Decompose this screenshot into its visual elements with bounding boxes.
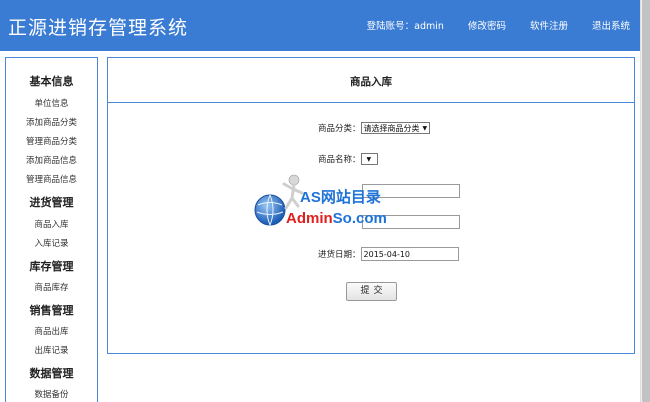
product-name-label: 商品名称： [318,155,361,165]
panel-header: 商品入库 [108,58,634,103]
purchase-date-label: 进货日期： [318,250,361,260]
product-name-select[interactable]: ▼ [360,153,378,165]
watermark: AS网站目录 AdminSo.com [250,172,410,232]
category-row: 商品分类： 请选择商品分类 ▼ [318,122,431,134]
watermark-so-com: So.com [332,210,387,227]
sidebar-heading-data: 数据管理 [29,367,74,380]
sidebar-heading-purchase: 进货管理 [29,196,74,209]
scrollbar-thumb[interactable] [642,0,650,402]
sidebar-item-data-backup[interactable]: 数据备份 [6,388,97,400]
header-nav: 登陆账号：admin 修改密码 软件注册 退出系统 [367,18,630,32]
sidebar-item-manage-category[interactable]: 管理商品分类 [6,135,97,147]
app-title: 正源进销存管理系统 [8,17,189,39]
product-name-row: 商品名称： ▼ [318,153,378,165]
sidebar-heading-sales: 销售管理 [29,304,74,317]
sidebar-item-inventory[interactable]: 商品库存 [6,281,97,293]
watermark-admin: Admin [286,210,333,227]
sidebar-item-add-product[interactable]: 添加商品信息 [6,154,97,166]
submit-button[interactable]: 提交 [346,282,397,301]
change-password-link[interactable]: 修改密码 [468,18,506,32]
sidebar-item-stock-in-records[interactable]: 入库记录 [6,237,97,249]
software-register-link[interactable]: 软件注册 [530,18,568,32]
sidebar-heading-basic-info: 基本信息 [29,75,74,88]
purchase-date-input[interactable]: 2015-04-10 [360,247,459,261]
top-header: 正源进销存管理系统 登陆账号：admin 修改密码 软件注册 退出系统 [0,0,640,51]
category-select-value: 请选择商品分类 [363,123,420,133]
account-label: 登陆账号：admin [366,21,444,32]
watermark-line1: AS网站目录 [300,189,381,206]
category-label: 商品分类： [318,124,361,134]
dropdown-arrow-icon: ▼ [366,155,372,163]
watermark-line2: AdminSo.com [286,210,387,227]
sidebar-item-unit-info[interactable]: 单位信息 [6,97,97,109]
sidebar-item-stock-out[interactable]: 商品出库 [6,325,97,337]
sidebar-item-add-category[interactable]: 添加商品分类 [6,116,97,128]
sidebar-item-stock-out-records[interactable]: 出库记录 [6,344,97,356]
logout-link[interactable]: 退出系统 [592,18,630,32]
sidebar-heading-inventory: 库存管理 [29,260,74,273]
page-scrollbar[interactable] [640,0,650,402]
sidebar: 基本信息 单位信息 添加商品分类 管理商品分类 添加商品信息 管理商品信息 进货… [5,57,98,402]
date-row: 进货日期： 2015-04-10 [318,247,459,261]
dropdown-arrow-icon: ▼ [422,124,428,132]
sidebar-item-stock-in[interactable]: 商品入库 [6,218,97,230]
sidebar-item-manage-product[interactable]: 管理商品信息 [6,173,97,185]
category-select[interactable]: 请选择商品分类 ▼ [360,122,431,134]
page-title: 商品入库 [350,76,392,88]
